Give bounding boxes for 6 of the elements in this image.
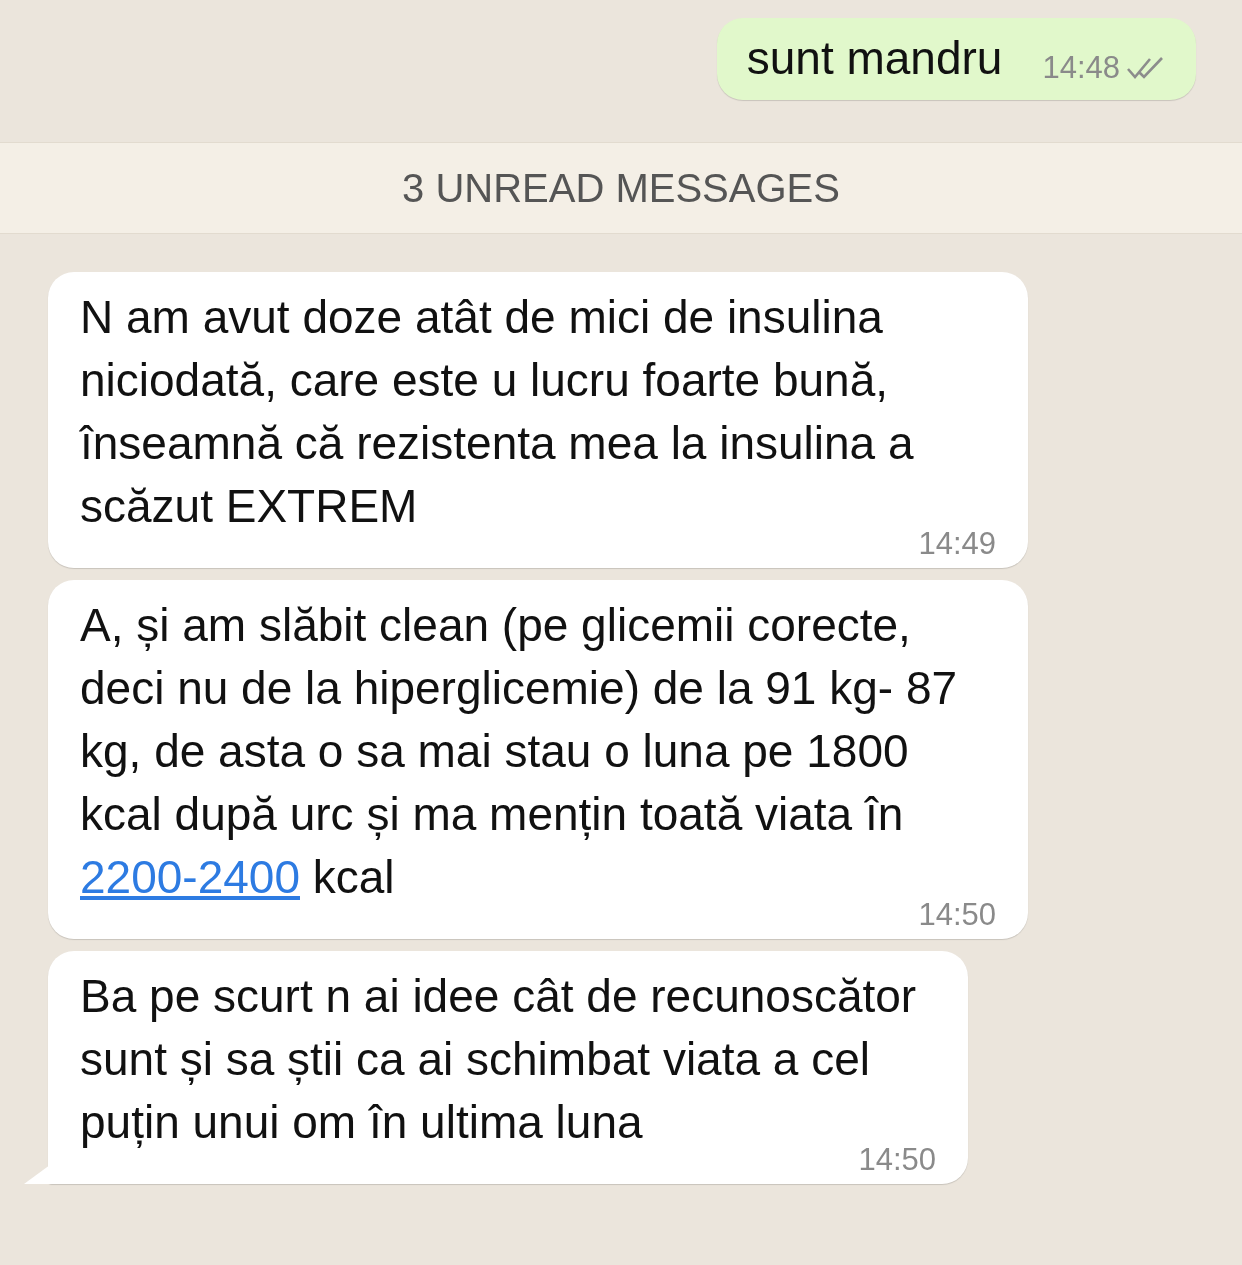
message-text: N am avut doze atât de mici de insulina niciodată, care este u lucru foarte bună, înseamnă că rezistenta mea la insulina a scăzut EXTREM (80, 290, 915, 534)
message-text: sunt mandru (746, 31, 1003, 86)
link[interactable]: 2200-2400 (80, 851, 300, 903)
timestamp: 14:48 (1042, 50, 1120, 86)
unread-banner: 3 UNREAD MESSAGES (0, 142, 1242, 234)
timestamp: 14:49 (918, 526, 996, 562)
